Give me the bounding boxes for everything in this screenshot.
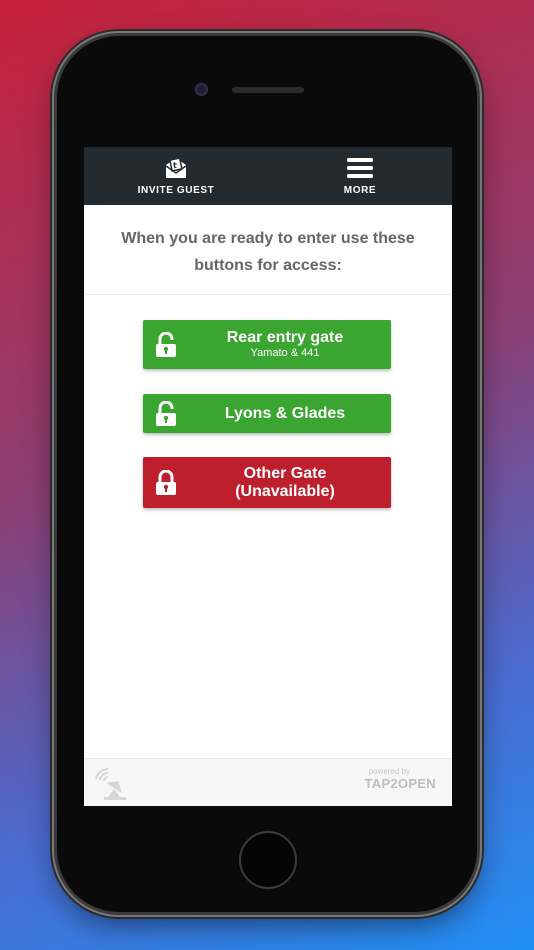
footer-bar: powered by TAP2OPEN bbox=[84, 758, 452, 806]
lock-icon bbox=[143, 469, 189, 496]
instructions-text: When you are ready to enter use these bu… bbox=[84, 147, 452, 279]
unlock-icon bbox=[143, 400, 189, 427]
gate-status: (Unavailable) bbox=[235, 482, 335, 500]
front-camera bbox=[195, 83, 208, 96]
satellite-signal-icon bbox=[95, 767, 126, 800]
gate-button-lyons-glades[interactable]: Lyons & Glades bbox=[143, 394, 391, 433]
gate-title: Rear entry gate bbox=[226, 329, 344, 346]
earpiece-speaker bbox=[232, 87, 304, 93]
instructions-line-2: buttons for access: bbox=[194, 257, 342, 274]
instructions-line-1: When you are ready to enter use these bbox=[121, 230, 415, 247]
powered-by-label: powered by bbox=[368, 767, 410, 776]
powered-by-logo: powered by TAP2OPEN bbox=[356, 767, 436, 791]
power-button bbox=[477, 222, 481, 284]
gate-title: Lyons & Glades bbox=[224, 404, 346, 422]
gate-button-rear-entry[interactable]: Rear entry gate Yamato & 441 bbox=[143, 320, 391, 369]
divider bbox=[84, 294, 452, 295]
home-button[interactable] bbox=[239, 831, 297, 889]
brand-name: TAP2OPEN bbox=[364, 776, 436, 791]
gate-button-other-gate[interactable]: Other Gate (Unavailable) bbox=[143, 457, 391, 508]
gate-title: Other Gate bbox=[243, 464, 327, 482]
app-screen: t INVITE GUEST MORE When you are ready t… bbox=[84, 147, 452, 806]
gate-subtitle: Yamato & 441 bbox=[250, 347, 320, 359]
unlock-icon bbox=[143, 331, 189, 358]
